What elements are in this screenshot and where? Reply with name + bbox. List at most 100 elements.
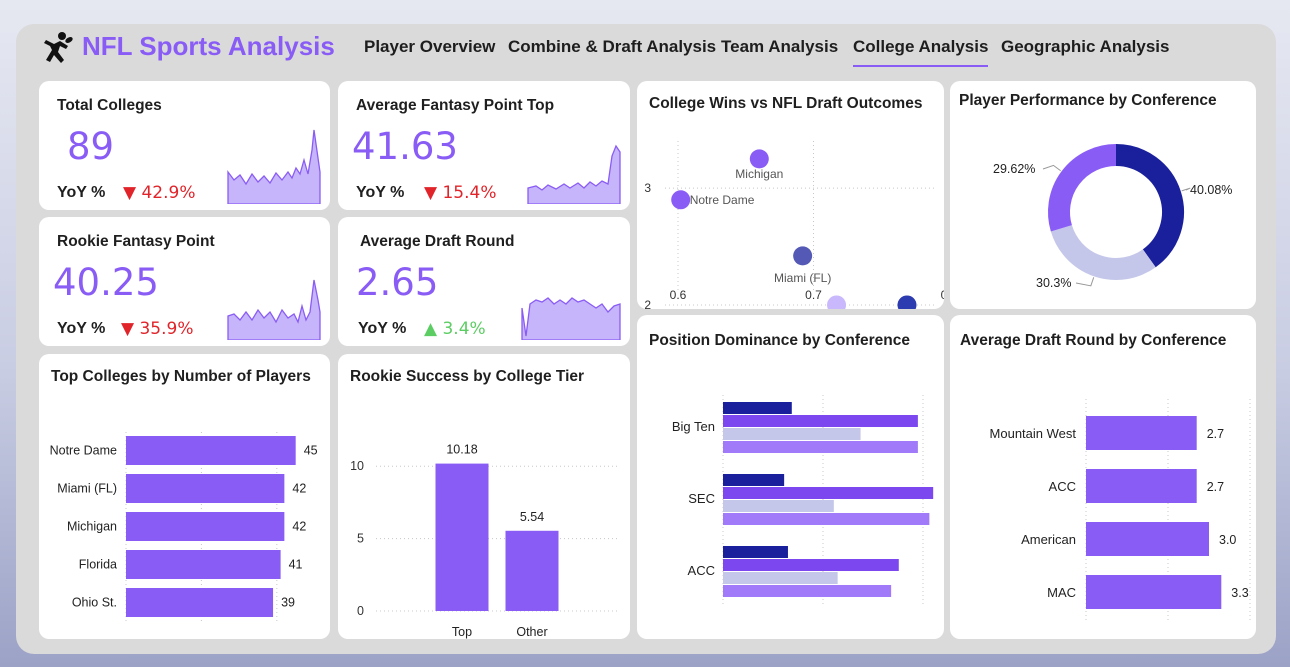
kpi-delta-value: 42.9% [141,183,196,203]
data-label: 2.7 [1207,480,1224,494]
chart-card-position-dominance: Position Dominance by Conference Big Ten… [637,315,944,639]
data-label: 3.0 [1219,533,1236,547]
category-label: Ohio St. [72,596,117,610]
kpi-yoy-label: YoY % [57,320,106,337]
sparkline [227,129,321,204]
kpi-value: 40.25 [53,261,159,304]
y-tick-label: 0 [357,604,364,618]
bar [435,463,489,611]
scatter-point [671,190,691,210]
slice-label: 29.62% [993,162,1035,176]
category-label: SEC [688,491,715,506]
sparkline [521,297,621,340]
down-arrow-icon: ▼ [123,183,137,203]
draft-round-chart: 0 2 4 Mountain West 2.7 ACC 2.7 American 3.0 MAC 3… [990,399,1254,639]
kpi-yoy-label: YoY % [358,320,407,337]
kpi-title: Average Draft Round [360,233,515,250]
scatter-point [897,295,917,309]
kpi-delta-value: 3.4% [442,319,486,339]
donut-slice [1050,224,1156,280]
sparkline [527,144,621,204]
wins-vs-draft-chart: 0.60.70.823MichiganNotre DameMiami (FL)F… [644,141,944,309]
category-label: Mountain West [990,426,1077,441]
x-tick-label: 0.7 [805,288,822,302]
chart-card-draft-round-by-conference: Average Draft Round by Conference 024Mou… [950,315,1256,639]
category-label: Big Ten [672,419,715,434]
performance-donut-chart: 40.08% 30.3% 29.62% [993,144,1232,290]
leader-line [1075,277,1095,287]
kpi-value: 41.63 [352,125,458,168]
kpi-delta-value: 15.4% [442,183,497,203]
kpi-yoy-label: YoY % [356,184,405,201]
kpi-title: Total Colleges [57,97,162,114]
tab-team-analysis[interactable]: Team Analysis [721,37,838,57]
data-label: 5.54 [520,510,544,524]
data-label: 2.7 [1207,427,1224,441]
kpi-card-rookie-fantasy-point: Rookie Fantasy Point 40.25 YoY % ▼ 35.9% [39,217,330,346]
chart-card-rookie-success: Rookie Success by College Tier 0 5 10 10.18… [338,354,630,639]
app-title: NFL Sports Analysis [82,31,335,61]
category-label: Notre Dame [50,444,117,458]
data-label: 42 [292,520,306,534]
legend-label: QB [788,638,806,639]
bar [126,512,285,541]
up-arrow-icon: ▲ [424,319,438,339]
chart-card-wins-vs-draft: College Wins vs NFL Draft Outcomes 0.6 0.… [637,81,944,309]
bar [1086,575,1222,609]
bar [723,402,792,414]
bar [1086,469,1197,503]
slice-label: 40.08% [1190,183,1232,197]
donut-slice [1115,144,1184,268]
kpi-delta-value: 35.9% [139,319,194,339]
football-player-icon [44,32,73,63]
category-label: Top [452,625,472,639]
kpi-value: 89 [67,125,115,168]
x-tick-label: 0 [123,638,130,639]
bar [126,550,281,579]
category-label: MAC [1047,585,1076,600]
tab-combine-draft-analysis[interactable]: Combine & Draft Analysis [508,37,716,57]
point-label: Notre Dame [690,193,755,207]
kpi-yoy-label: YoY % [57,184,106,201]
kpi-delta: ▼ 35.9% [121,319,194,339]
kpi-value: 2.65 [356,261,439,304]
bar [126,436,296,465]
category-label: Miami (FL) [57,482,117,496]
bar [126,588,274,617]
chart-card-performance-by-conference: Player Performance by Conference 40.08% 3… [950,81,1256,309]
category-label: ACC [1049,479,1076,494]
data-label: 45 [304,444,318,458]
data-label: 41 [289,558,303,572]
down-arrow-icon: ▼ [121,319,135,339]
dashboard-frame: NFL Sports Analysis Player Overview Comb… [16,24,1276,654]
category-label: Michigan [67,520,117,534]
tab-geographic-analysis[interactable]: Geographic Analysis [1001,37,1169,57]
y-tick-label: 3 [644,181,651,195]
legend-label: TE [866,638,882,639]
tab-player-overview[interactable]: Player Overview [364,37,495,57]
point-label: Michigan [735,167,783,181]
bar [723,585,892,597]
legend-label: WR [905,638,926,639]
legend-label: RB [827,638,844,639]
y-tick-label: 10 [350,459,364,473]
category-label: Other [516,625,547,639]
chart-card-top-colleges: Top Colleges by Number of Players 02040N… [39,354,330,639]
bar [723,428,861,440]
x-tick-label: 4 [1247,638,1254,639]
tab-college-analysis[interactable]: College Analysis [853,37,989,67]
bar [723,572,838,584]
x-tick-label: 40 [270,638,284,639]
position-dominance-chart: Big Ten SEC ACC FantPos QB RB TE WR [672,395,934,639]
donut-slice [1048,144,1117,232]
leader-line [1181,187,1191,192]
bar [1086,522,1209,556]
rookie-success-chart: 051010.18TopCollege5.54OtherColleges [350,443,618,639]
leader-line [1042,164,1061,172]
kpi-title: Rookie Fantasy Point [57,233,215,250]
kpi-card-avg-fantasy-point-top: Average Fantasy Point Top 41.63 YoY % ▼ … [338,81,630,210]
bar [723,415,918,427]
x-tick-label: 2 [1165,638,1172,639]
kpi-delta: ▲ 3.4% [424,319,486,339]
down-arrow-icon: ▼ [424,183,438,203]
